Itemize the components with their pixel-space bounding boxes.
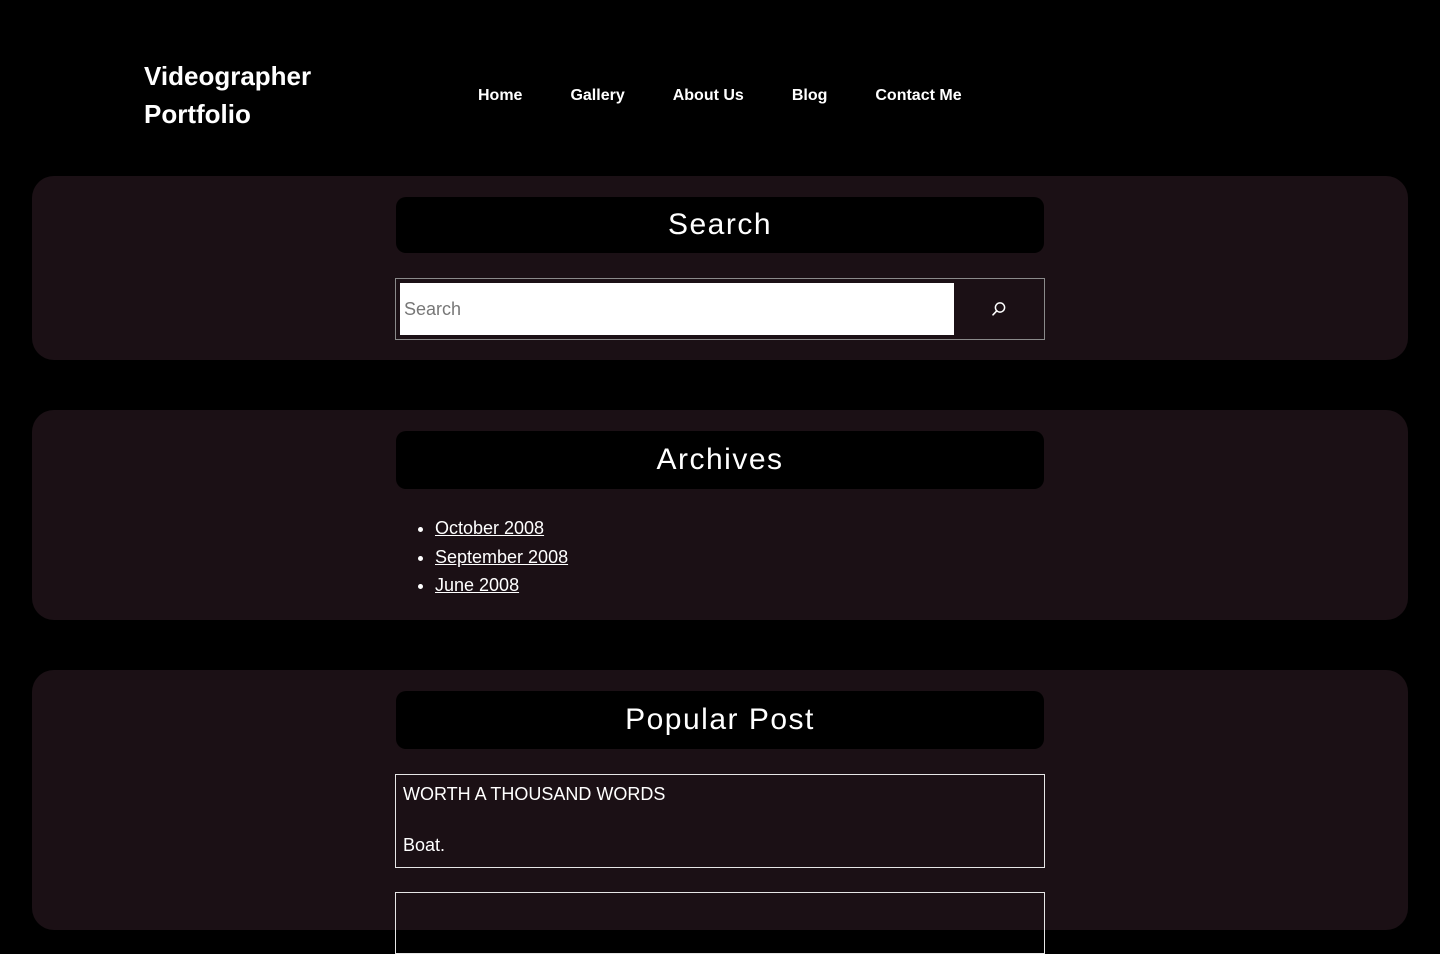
search-widget: Search <box>32 176 1408 360</box>
nav-item-about-us[interactable]: About Us <box>673 86 744 106</box>
popular-post-card[interactable]: WORTH A THOUSAND WORDS Boat. <box>395 774 1045 868</box>
archive-link-october-2008[interactable]: October 2008 <box>435 518 544 538</box>
post-excerpt: Boat. <box>403 835 446 855</box>
popular-post-widget: Popular Post WORTH A THOUSAND WORDS Boat… <box>32 670 1408 954</box>
search-form <box>395 278 1045 340</box>
archives-widget: Archives October 2008 September 2008 Jun… <box>32 410 1408 620</box>
search-widget-title: Search <box>396 197 1044 253</box>
post-title[interactable]: WORTH A THOUSAND WORDS <box>403 784 665 805</box>
nav-item-contact-me[interactable]: Contact Me <box>875 86 961 106</box>
site-title[interactable]: Videographer Portfolio <box>144 57 364 133</box>
nav-item-gallery[interactable]: Gallery <box>570 86 624 106</box>
site-header: Videographer Portfolio Home Gallery Abou… <box>0 0 1440 176</box>
nav-item-blog[interactable]: Blog <box>792 86 828 106</box>
archive-item: October 2008 <box>435 514 568 543</box>
archive-item: June 2008 <box>435 571 568 600</box>
popular-post-widget-title: Popular Post <box>396 691 1044 749</box>
nav-item-home[interactable]: Home <box>478 86 522 106</box>
search-input[interactable] <box>400 283 954 335</box>
archive-list: October 2008 September 2008 June 2008 <box>396 514 568 600</box>
archives-widget-title: Archives <box>396 431 1044 489</box>
search-button[interactable] <box>954 279 1044 339</box>
search-icon <box>992 302 1006 316</box>
main-nav: Home Gallery About Us Blog Contact Me <box>478 86 962 106</box>
archive-item: September 2008 <box>435 543 568 572</box>
archive-link-june-2008[interactable]: June 2008 <box>435 575 519 595</box>
archive-link-september-2008[interactable]: September 2008 <box>435 547 568 567</box>
popular-post-card-next[interactable] <box>395 892 1045 954</box>
